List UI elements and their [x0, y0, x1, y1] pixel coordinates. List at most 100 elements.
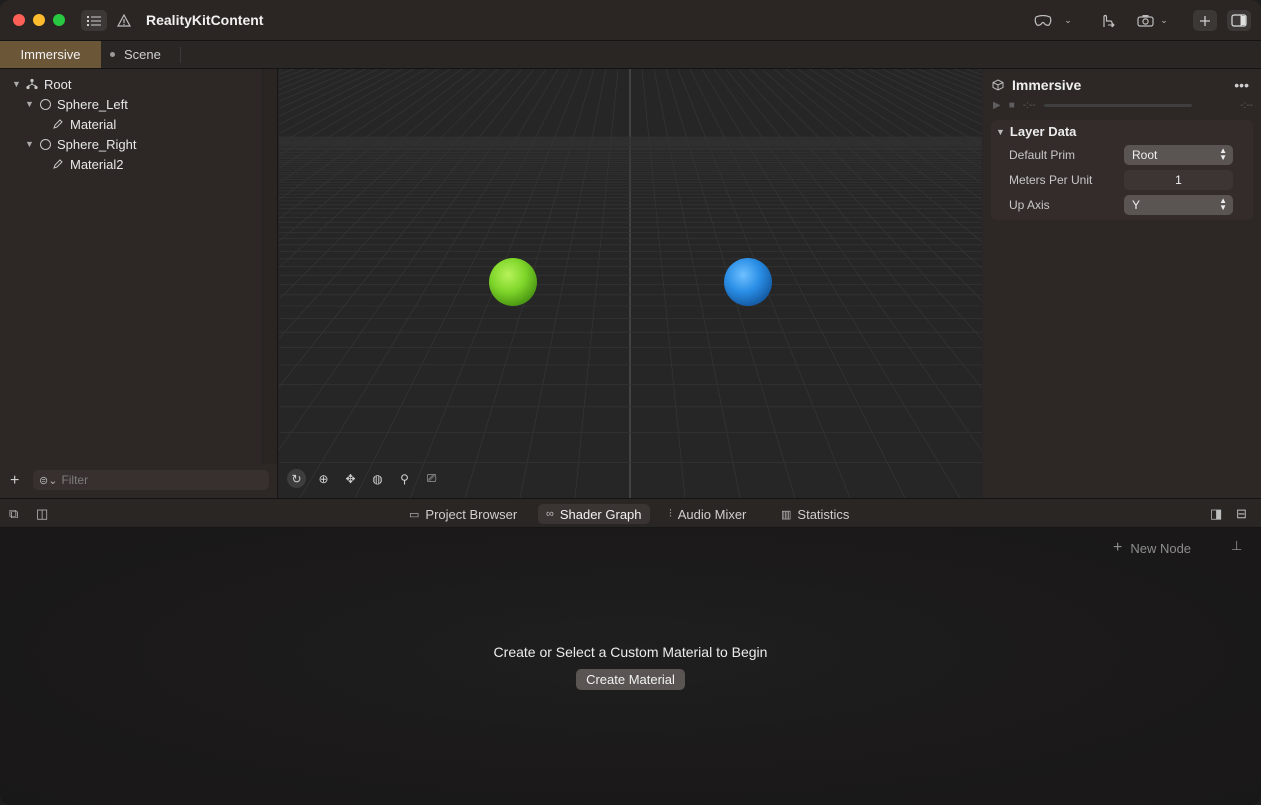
move-icon[interactable]: ✥	[341, 469, 360, 488]
scene-settings-icon	[992, 79, 1004, 91]
tab-immersive[interactable]: Immersive	[0, 41, 101, 68]
empty-state-message: Create or Select a Custom Material to Be…	[493, 644, 768, 660]
inspector-panel: Immersive ••• ▶ ■ -:-- -:-- ▼ Layer Data…	[983, 69, 1261, 498]
tab-project-browser[interactable]: ▭ Project Browser	[401, 504, 525, 524]
minimize-window-button[interactable]	[33, 14, 45, 26]
tree-item-label: Material2	[70, 156, 124, 172]
sphere-icon	[38, 137, 52, 151]
tree-item-label: Material	[70, 116, 117, 132]
chevron-down-icon[interactable]: ⌄	[1158, 10, 1170, 31]
close-window-button[interactable]	[13, 14, 25, 26]
shader-graph-canvas[interactable]: + New Node ⊥ Create or Select a Custom M…	[0, 528, 1261, 805]
tab-scene-label: Scene	[124, 47, 161, 62]
default-prim-select[interactable]: Root ▲ ▼	[1124, 145, 1233, 165]
chevron-down-icon[interactable]: ▼	[25, 139, 35, 149]
pin-icon[interactable]: ⊥	[1231, 538, 1242, 554]
tree-item-root[interactable]: ▼ Root	[12, 74, 71, 94]
material-icon	[51, 157, 65, 171]
windows-icon[interactable]: ⧉	[9, 506, 18, 522]
globe-icon[interactable]: ◍	[368, 469, 387, 488]
tab-label: Audio Mixer	[677, 506, 747, 522]
layer-data-section: ▼ Layer Data Default Prim Root ▲ ▼ Meters…	[991, 120, 1253, 220]
tree-item-material2[interactable]: Material2	[51, 154, 123, 174]
meters-per-unit-field[interactable]: 1	[1124, 170, 1233, 190]
create-material-button[interactable]: Create Material	[576, 669, 685, 690]
tab-shader-graph[interactable]: ∞ Shader Graph	[538, 504, 650, 524]
document-tab-bar: Immersive Scene	[0, 41, 1261, 69]
inspector-header: Immersive	[992, 77, 1081, 93]
time-start: -:--	[1022, 99, 1036, 111]
chevron-down-icon[interactable]: ▼	[12, 79, 22, 89]
bottom-panel-tab-bar: ⧉ ◫ ▭ Project Browser ∞ Shader Graph ⫶ A…	[0, 498, 1261, 528]
tree-item-label: Sphere_Left	[57, 96, 128, 112]
new-node-label: New Node	[1130, 540, 1192, 556]
more-options-icon[interactable]: •••	[1234, 77, 1249, 93]
meters-per-unit-label: Meters Per Unit	[1009, 173, 1093, 187]
filter-placeholder: Filter	[61, 473, 89, 487]
timeline-track[interactable]	[1043, 103, 1192, 107]
camera-record-icon[interactable]: ⎚	[422, 469, 441, 488]
sphere-right-object[interactable]	[724, 258, 772, 306]
plus-icon: +	[1113, 539, 1123, 556]
warning-icon[interactable]	[115, 10, 133, 31]
list-icon[interactable]	[81, 10, 107, 31]
up-axis-select[interactable]: Y ▲ ▼	[1124, 195, 1233, 215]
tab-label: Statistics	[797, 506, 850, 522]
tab-audio-mixer[interactable]: ⫶ Audio Mixer	[661, 504, 754, 524]
hierarchy-icon	[25, 77, 39, 91]
sidebar-right-icon[interactable]	[1227, 10, 1251, 31]
tree-item-material[interactable]: Material	[51, 114, 116, 134]
tree-item-sphere-right[interactable]: ▼ Sphere_Right	[25, 134, 137, 154]
sphere-left-object[interactable]	[489, 258, 537, 306]
meters-per-unit-value: 1	[1175, 173, 1182, 187]
folder-icon: ▭	[409, 508, 420, 521]
chevron-down-icon[interactable]: ⌄	[1062, 10, 1074, 31]
sliders-icon: ⫶	[669, 507, 672, 520]
sidebar-left-icon[interactable]: ◫	[36, 506, 48, 522]
chevron-down-icon[interactable]: ▼	[25, 99, 35, 109]
tab-label: Project Browser	[425, 506, 518, 522]
unsaved-dot-icon	[110, 52, 115, 57]
tab-label: Shader Graph	[559, 506, 642, 522]
plus-icon[interactable]	[1193, 10, 1217, 31]
time-end: -:--	[1240, 99, 1253, 111]
filter-icon[interactable]: ⊜⌄	[39, 474, 57, 487]
orbit-icon[interactable]: ↻	[287, 469, 306, 488]
scene-viewport[interactable]: ↻ ⊕ ✥ ◍ ⚲ ⎚	[279, 69, 982, 498]
up-axis-label: Up Axis	[1009, 198, 1050, 212]
viewport-toolbar: ↻ ⊕ ✥ ◍ ⚲ ⎚	[287, 469, 441, 488]
camera-icon[interactable]	[1135, 10, 1155, 31]
bottom-panel-icon[interactable]: ⊟	[1236, 506, 1247, 522]
hierarchy-scrollbar[interactable]	[262, 69, 277, 464]
tab-statistics[interactable]: ▥ Statistics	[773, 504, 857, 524]
updown-arrows-icon: ▲ ▼	[1219, 196, 1227, 212]
stop-icon[interactable]: ■	[1009, 100, 1015, 111]
tree-item-label: Root	[44, 76, 72, 92]
viewport-objects	[489, 258, 772, 306]
tab-scene[interactable]: Scene	[110, 41, 161, 68]
section-title: Layer Data	[1009, 124, 1077, 139]
default-prim-label: Default Prim	[1009, 148, 1076, 162]
chevron-down-icon[interactable]: ▼	[996, 127, 1005, 137]
headset-icon[interactable]	[1031, 10, 1055, 31]
tab-divider	[180, 47, 181, 63]
pan-icon[interactable]: ⊕	[314, 469, 333, 488]
hierarchy-footer: + ⊜⌄ Filter	[0, 468, 278, 498]
zoom-icon[interactable]: ⚲	[395, 469, 414, 488]
hand-gesture-icon[interactable]	[1096, 10, 1118, 31]
sidebar-right-icon[interactable]: ◨	[1210, 506, 1222, 522]
title-bar: RealityKitContent ⌄ ⌄	[0, 0, 1261, 41]
bar-chart-icon: ▥	[781, 508, 792, 521]
window-title: RealityKitContent	[146, 12, 264, 28]
zoom-window-button[interactable]	[53, 14, 65, 26]
tree-item-sphere-left[interactable]: ▼ Sphere_Left	[25, 94, 128, 114]
add-entity-button[interactable]: +	[10, 472, 19, 490]
new-node-button[interactable]: + New Node	[1113, 539, 1191, 557]
material-icon	[51, 117, 65, 131]
play-icon[interactable]: ▶	[993, 100, 1001, 111]
app-window: RealityKitContent ⌄ ⌄ Immersive Scene ▼	[0, 0, 1261, 805]
nodes-icon: ∞	[546, 508, 554, 520]
layer-data-header[interactable]: ▼ Layer Data	[996, 124, 1076, 139]
scene-hierarchy-panel: ▼ Root ▼ Sphere_Left Material ▼ Sphere_R…	[0, 69, 278, 498]
filter-field[interactable]: ⊜⌄ Filter	[33, 470, 269, 490]
